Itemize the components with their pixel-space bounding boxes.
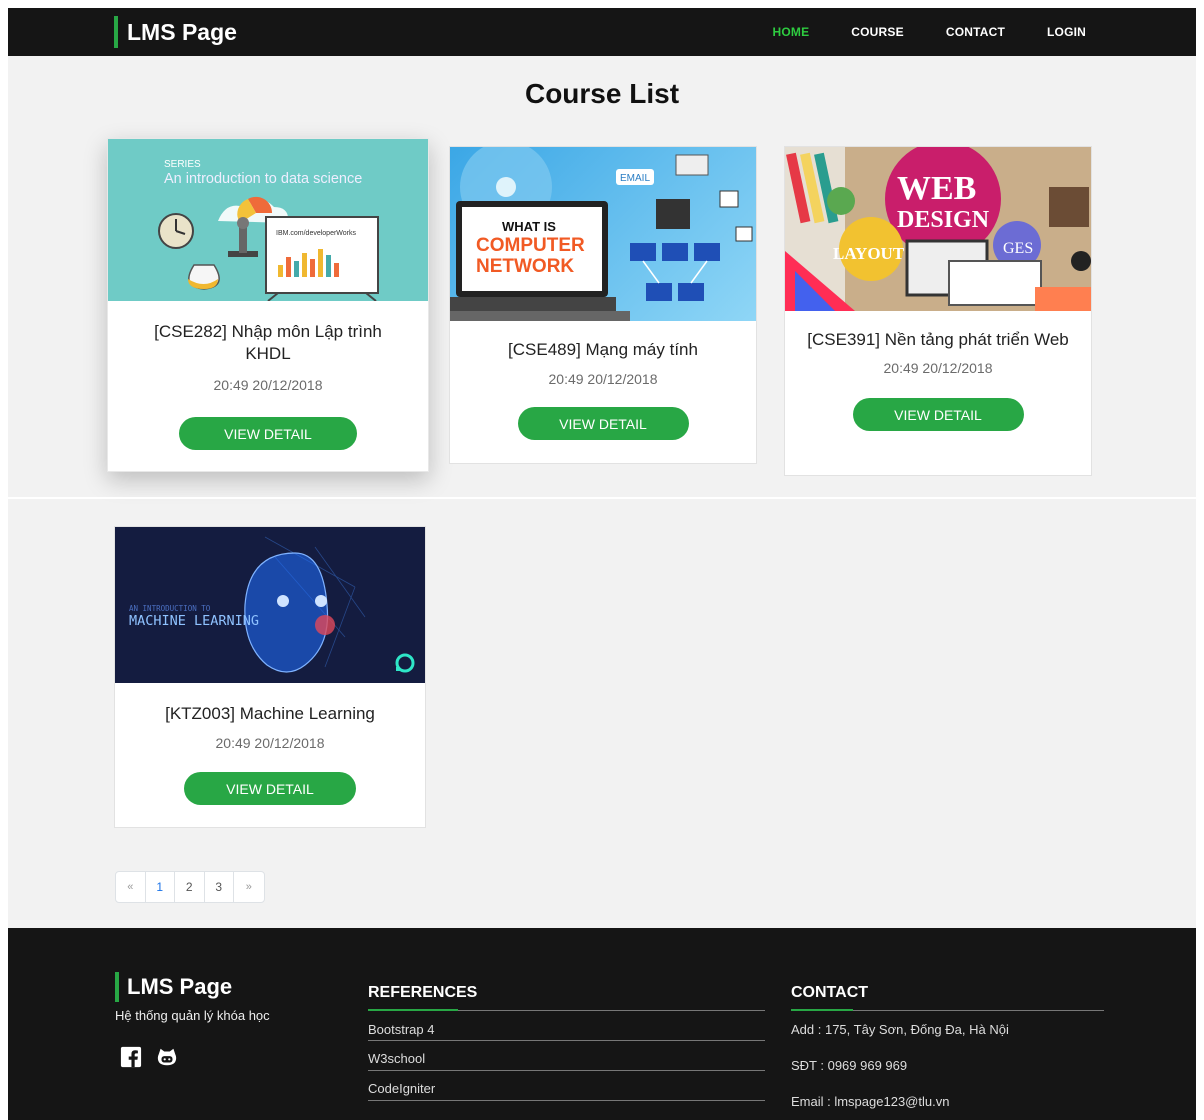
reference-link-codeigniter[interactable]: CodeIgniter: [368, 1081, 435, 1096]
thumb-line2: COMPUTER: [476, 235, 585, 256]
page-title: Course List: [524, 78, 680, 109]
thumb-tag1: LAYOUT: [833, 244, 905, 263]
footer-brand[interactable]: LMS Page: [115, 972, 232, 1002]
references-heading: REFERENCES: [368, 984, 478, 1001]
course-card[interactable]: WEB DESIGN LAYOUT GES [CSE391] Nền tảng …: [784, 146, 1092, 476]
nav-course[interactable]: COURSE: [851, 25, 904, 39]
reference-separator: [368, 1070, 765, 1071]
view-detail-button[interactable]: VIEW DETAIL: [852, 398, 1024, 431]
view-detail-button[interactable]: VIEW DETAIL: [184, 772, 356, 805]
course-thumbnail[interactable]: WHAT IS COMPUTER NETWORK EMAIL: [450, 147, 756, 321]
computer-network-illustration: WHAT IS COMPUTER NETWORK EMAIL: [450, 147, 753, 321]
pagination: « 1 2 3 »: [115, 871, 265, 903]
pagination-page-1[interactable]: 1: [146, 872, 175, 902]
reference-link-bootstrap[interactable]: Bootstrap 4: [368, 1022, 435, 1037]
contact-phone: SĐT : 0969 969 969: [791, 1058, 908, 1073]
course-title[interactable]: [CSE282] Nhập môn Lập trình KHDL: [108, 321, 428, 365]
contact-email[interactable]: Email : lmspage123@tlu.vn: [791, 1094, 949, 1109]
course-date: 20:49 20/12/2018: [213, 377, 323, 393]
references-accent: [368, 1009, 458, 1011]
course-title[interactable]: [CSE489] Mạng máy tính: [450, 339, 756, 361]
thumb-line3: NETWORK: [476, 256, 574, 277]
thumb-series-text: SERIES: [164, 159, 201, 170]
course-thumbnail[interactable]: AN INTRODUCTION TO MACHINE LEARNING: [115, 527, 425, 683]
reference-separator: [368, 1100, 765, 1101]
web-design-illustration: WEB DESIGN LAYOUT GES: [785, 147, 1091, 311]
thumb-line2: DESIGN: [897, 207, 990, 233]
course-thumbnail[interactable]: WEB DESIGN LAYOUT GES: [785, 147, 1091, 311]
thumb-tag2: GES: [1003, 240, 1033, 257]
thumb-big-text: MACHINE LEARNING: [129, 613, 259, 629]
course-card[interactable]: WHAT IS COMPUTER NETWORK EMAIL [CSE489] …: [449, 146, 757, 464]
pagination-page-3[interactable]: 3: [205, 872, 234, 902]
course-title[interactable]: [CSE391] Nền tảng phát triển Web: [785, 329, 1091, 351]
nav-menu: HOME COURSE CONTACT LOGIN: [730, 8, 1086, 56]
course-card[interactable]: SERIES An introduction to data science I…: [107, 138, 429, 472]
pagination-prev[interactable]: «: [116, 872, 146, 902]
thumb-tag: EMAIL: [620, 173, 650, 184]
footer: LMS Page Hệ thống quản lý khóa học REFER…: [8, 928, 1196, 1120]
pagination-next[interactable]: »: [234, 872, 264, 902]
thumb-heading-text: An introduction to data science: [164, 171, 362, 187]
footer-subtitle: Hệ thống quản lý khóa học: [115, 1008, 270, 1023]
social-links: [120, 1046, 178, 1068]
course-date: 20:49 20/12/2018: [883, 360, 993, 376]
facebook-icon[interactable]: [120, 1046, 142, 1068]
thumb-small-text: AN INTRODUCTION TO: [129, 604, 211, 613]
pagination-page-2[interactable]: 2: [175, 872, 205, 902]
course-date: 20:49 20/12/2018: [215, 735, 325, 751]
nav-contact[interactable]: CONTACT: [946, 25, 1005, 39]
row-divider: [8, 497, 1196, 499]
nav-home[interactable]: HOME: [772, 25, 809, 39]
machine-learning-illustration: AN INTRODUCTION TO MACHINE LEARNING: [115, 527, 425, 683]
contact-heading: CONTACT: [791, 984, 869, 1001]
contact-address: Add : 175, Tây Sơn, Đống Đa, Hà Nội: [791, 1022, 1009, 1037]
nav-login[interactable]: LOGIN: [1047, 25, 1086, 39]
course-thumbnail[interactable]: SERIES An introduction to data science I…: [108, 139, 428, 301]
course-card[interactable]: AN INTRODUCTION TO MACHINE LEARNING [KTZ…: [114, 526, 426, 828]
github-icon[interactable]: [156, 1046, 178, 1068]
reference-separator: [368, 1040, 765, 1041]
thumb-url-text: IBM.com/developerWorks: [276, 230, 357, 237]
top-navbar: LMS Page HOME COURSE CONTACT LOGIN: [8, 8, 1196, 56]
thumb-line1: WHAT IS: [502, 219, 556, 234]
course-title[interactable]: [KTZ003] Machine Learning: [115, 703, 425, 725]
view-detail-button[interactable]: VIEW DETAIL: [517, 407, 689, 440]
view-detail-button[interactable]: VIEW DETAIL: [179, 417, 357, 450]
brand-logo[interactable]: LMS Page: [114, 16, 237, 48]
reference-link-w3school[interactable]: W3school: [368, 1051, 425, 1066]
thumb-line1: WEB: [897, 170, 976, 207]
contact-accent: [791, 1009, 853, 1011]
course-date: 20:49 20/12/2018: [548, 371, 658, 387]
data-science-illustration: SERIES An introduction to data science I…: [158, 159, 379, 301]
